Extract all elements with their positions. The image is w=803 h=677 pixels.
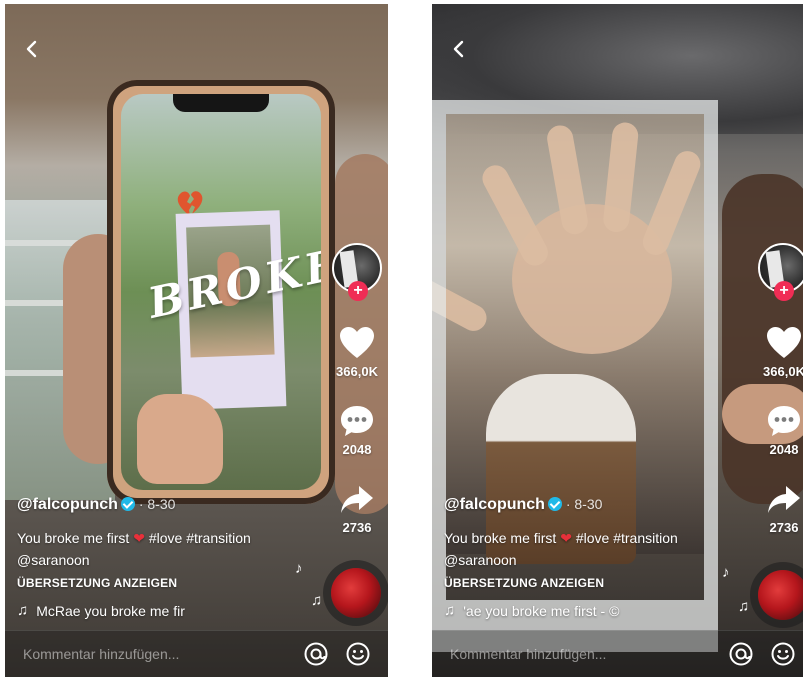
back-arrow-icon[interactable] [450, 40, 468, 58]
polaroid-frame [432, 100, 718, 652]
share-button[interactable]: 2736 [329, 484, 385, 535]
post-date: · 8-30 [565, 496, 603, 512]
comment-bubble-icon[interactable] [766, 404, 802, 438]
share-button[interactable]: 2736 [756, 484, 803, 535]
emoji-icon[interactable] [770, 641, 796, 667]
broken-heart-emoji-icon: ❤ [133, 530, 145, 546]
translate-link[interactable]: ÜBERSETZUNG ANZEIGEN [17, 576, 177, 590]
video-panel-left[interactable]: BROKE + 366,0K 2048 2736 @falcopunch · 8… [5, 4, 388, 677]
comment-bar [5, 630, 388, 677]
floating-note-icon: ♪ [295, 560, 303, 577]
verified-badge-icon [547, 497, 562, 511]
music-note-icon: ♫ [17, 602, 29, 619]
mention[interactable]: @saranoon [17, 552, 90, 568]
comment-bubble-icon[interactable] [339, 404, 375, 438]
author-row: @falcopunch · 8-30 [444, 496, 602, 514]
music-disc-button[interactable] [331, 568, 381, 618]
music-note-icon: ♫ [444, 602, 456, 619]
caption: You broke me first ❤ #love #transition [444, 530, 678, 547]
creator-avatar-button[interactable]: + [758, 243, 803, 301]
mention-at-icon[interactable] [728, 641, 754, 667]
back-arrow-icon[interactable] [23, 40, 41, 58]
comment-input[interactable] [21, 645, 225, 663]
comment-count: 2048 [342, 442, 372, 457]
post-date: · 8-30 [138, 496, 176, 512]
video-panel-right[interactable]: + 366,0K 2048 2736 @falcopunch · 8-30 Yo… [432, 4, 803, 677]
follow-plus-icon[interactable]: + [774, 281, 794, 301]
music-title: McRae you broke me fir [36, 602, 185, 619]
music-title: 'ae you broke me first - © [463, 602, 620, 619]
held-phone: BROKE [107, 80, 335, 504]
comment-count: 2048 [769, 442, 799, 457]
like-button[interactable]: 366,0K [329, 326, 385, 379]
mention-at-icon[interactable] [303, 641, 329, 667]
floating-note-icon: ♫ [738, 598, 750, 615]
music-row[interactable]: ♫ 'ae you broke me first - © [444, 602, 619, 619]
username[interactable]: @falcopunch [444, 496, 545, 513]
comment-bar [432, 630, 803, 677]
floating-note-icon: ♫ [311, 592, 323, 609]
music-row[interactable]: ♫ McRae you broke me fir [17, 602, 185, 619]
caption-text: You broke me first [17, 530, 130, 546]
author-row: @falcopunch · 8-30 [17, 496, 175, 514]
like-count: 366,0K [336, 364, 378, 379]
holding-hand [137, 394, 223, 484]
like-button[interactable]: 366,0K [756, 326, 803, 379]
share-count: 2736 [342, 520, 372, 535]
music-disc-button[interactable] [758, 570, 803, 620]
floating-note-icon: ♪ [722, 564, 730, 581]
translate-link[interactable]: ÜBERSETZUNG ANZEIGEN [444, 576, 604, 590]
verified-badge-icon [120, 497, 135, 511]
broken-heart-emoji-icon: ❤ [560, 530, 572, 546]
username[interactable]: @falcopunch [17, 496, 118, 513]
like-count: 366,0K [763, 364, 803, 379]
share-arrow-icon[interactable] [766, 484, 802, 516]
creator-avatar-button[interactable]: + [332, 243, 382, 301]
comment-button[interactable]: 2048 [329, 404, 385, 457]
emoji-icon[interactable] [345, 641, 371, 667]
caption: You broke me first ❤ #love #transition [17, 530, 251, 547]
heart-icon[interactable] [766, 326, 802, 360]
caption-hashtags[interactable]: #love #transition [149, 530, 251, 546]
comment-button[interactable]: 2048 [756, 404, 803, 457]
mention[interactable]: @saranoon [444, 552, 517, 568]
phone-notch [173, 94, 269, 112]
comment-input[interactable] [448, 645, 652, 663]
caption-text: You broke me first [444, 530, 557, 546]
caption-hashtags[interactable]: #love #transition [576, 530, 678, 546]
share-arrow-icon[interactable] [339, 484, 375, 516]
share-count: 2736 [769, 520, 799, 535]
phone-screen: BROKE [121, 94, 321, 490]
heart-icon[interactable] [339, 326, 375, 360]
follow-plus-icon[interactable]: + [348, 281, 368, 301]
